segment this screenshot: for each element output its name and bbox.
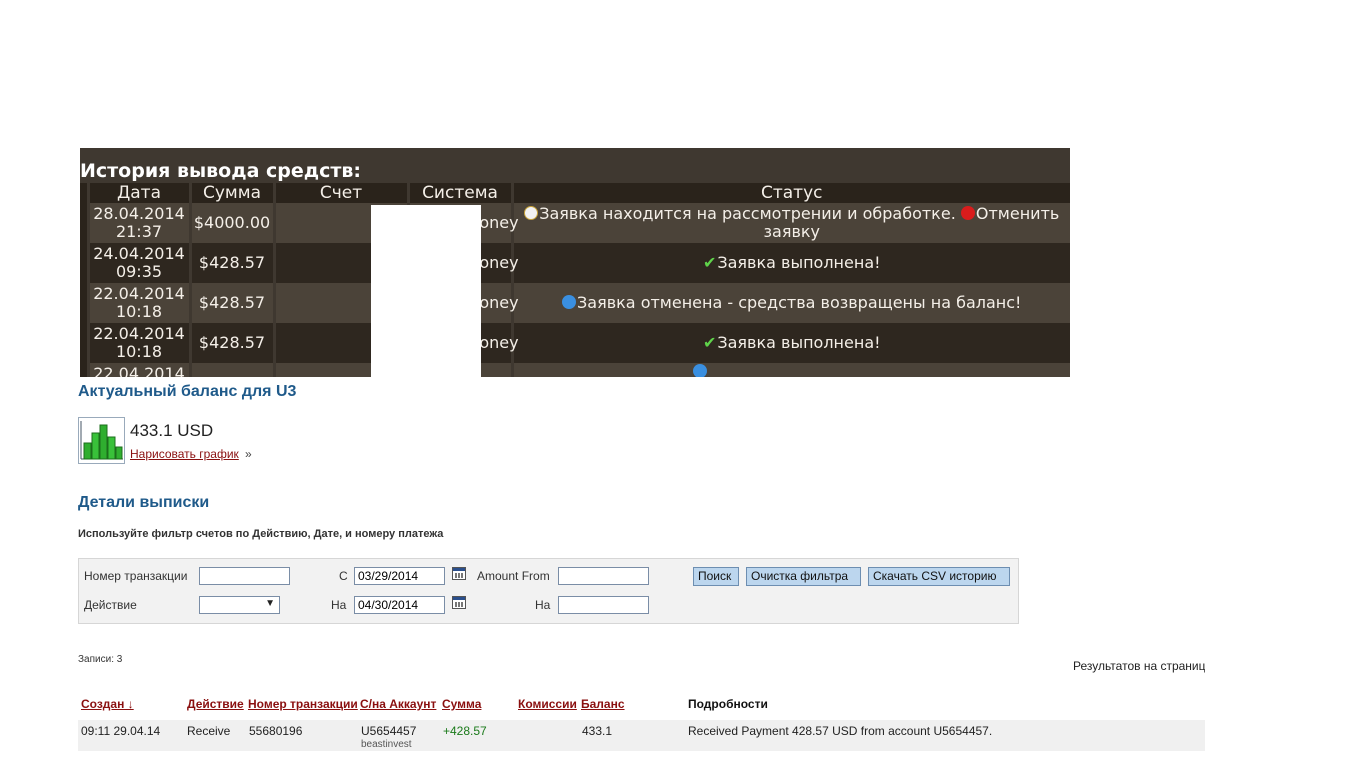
row-balance: 433.1	[582, 724, 613, 738]
clock-icon	[524, 206, 539, 220]
details-header: Подробности	[688, 697, 768, 711]
txn-number-input[interactable]	[199, 567, 290, 585]
amount-from-label: Amount From	[477, 569, 550, 583]
download-csv-button[interactable]: Скачать CSV историю	[868, 567, 1010, 586]
col-amount: Сумма	[188, 183, 274, 203]
sort-account-header[interactable]: С/на Аккаунт	[360, 697, 436, 711]
sort-txn-header[interactable]: Номер транзакции	[248, 697, 358, 711]
amount-to-input[interactable]	[558, 596, 649, 614]
withdrawal-history-header: Дата Сумма Счет Система Статус	[80, 183, 1070, 203]
withdrawal-row: 28.04.201421:37 $4000.00 PerfectMoney За…	[80, 203, 1070, 243]
withdrawal-date: 24.04.2014 09:35	[86, 243, 190, 283]
withdrawal-amount: $428.57	[188, 323, 274, 363]
row-action: Receive	[187, 724, 231, 738]
dropdown-arrow-icon: ▼	[265, 598, 275, 609]
withdrawal-date: 22.04.2014	[86, 363, 190, 377]
withdrawal-row: 22.04.201410:18 $428.57 PerfectMoney Зая…	[80, 283, 1070, 323]
col-status: Статус	[510, 183, 1070, 203]
statement-details-title: Детали выписки	[78, 494, 210, 511]
balance-amount: 433.1 USD	[130, 421, 214, 440]
withdrawal-status: ✔Заявка выполнена!	[510, 243, 1070, 283]
date-from-label: С	[339, 569, 348, 583]
table-row: 09:11 29.04.14 Receive 55680196 U5654457…	[78, 720, 1205, 751]
bar-chart-icon[interactable]	[78, 417, 125, 464]
withdrawal-amount: $428.57	[188, 283, 274, 323]
row-txn: 55680196	[249, 724, 303, 738]
withdrawal-date: 22.04.2014 10:18	[86, 283, 190, 323]
row-details: Received Payment 428.57 USD from account…	[688, 724, 993, 738]
undo-icon	[562, 295, 577, 309]
amount-to-label: На	[535, 598, 551, 612]
calendar-icon[interactable]	[452, 567, 466, 580]
check-icon: ✔	[702, 253, 717, 272]
withdrawal-date: 28.04.2014 21:37	[86, 203, 190, 243]
balance-title: Актуальный баланс для U3	[78, 383, 297, 400]
row-account: U5654457	[361, 724, 417, 738]
withdrawal-amount: $4000.00	[188, 203, 274, 243]
amount-from-input[interactable]	[558, 567, 649, 585]
sort-created-header[interactable]: Создан ↓	[81, 697, 134, 711]
withdrawal-row: 22.04.2014	[80, 363, 1070, 377]
account-redaction	[371, 205, 481, 377]
row-created: 09:11 29.04.14	[81, 724, 161, 738]
withdrawal-amount	[188, 363, 274, 377]
withdrawal-status: ✔Заявка выполнена!	[510, 323, 1070, 363]
row-amount: +428.57	[443, 724, 487, 738]
clear-filter-button[interactable]: Очистка фильтра	[746, 567, 861, 586]
withdrawal-history-table: Дата Сумма Счет Система Статус 28.04.201…	[80, 183, 1070, 377]
sort-fee-header[interactable]: Комиссии	[518, 697, 577, 711]
check-icon: ✔	[702, 333, 717, 352]
withdrawal-row: 22.04.201410:18 $428.57 PerfectMoney ✔За…	[80, 323, 1070, 363]
search-button[interactable]: Поиск	[693, 567, 739, 586]
withdrawal-row: 24.04.201409:35 $428.57 PerfectMoney ✔За…	[80, 243, 1070, 283]
date-from-input[interactable]	[354, 567, 445, 585]
withdrawal-history-title: История вывода средств:	[80, 160, 362, 182]
col-system: Система	[406, 183, 512, 203]
sort-action-header[interactable]: Действие	[187, 697, 244, 711]
undo-icon	[693, 364, 708, 377]
results-per-page-label: Результатов на странице	[1073, 659, 1205, 673]
calendar-icon[interactable]	[452, 596, 466, 609]
txn-number-label: Номер транзакции	[84, 569, 188, 583]
sort-amount-header[interactable]: Сумма	[442, 697, 481, 711]
chart-link-arrow: »	[245, 447, 252, 461]
col-date: Дата	[86, 183, 190, 203]
cancel-icon[interactable]	[960, 206, 975, 220]
draw-chart-link[interactable]: Нарисовать график	[130, 447, 239, 461]
date-to-label: На	[331, 598, 347, 612]
sort-balance-header[interactable]: Баланс	[581, 697, 625, 711]
action-label: Действие	[84, 598, 137, 612]
withdrawal-status: Заявка отменена - средства возвращены на…	[510, 283, 1070, 323]
withdrawal-amount: $428.57	[188, 243, 274, 283]
row-account-name: beastinvest	[361, 739, 412, 750]
filter-panel: Номер транзакции Действие ▼ С На Amount …	[78, 558, 1019, 624]
withdrawal-status	[510, 363, 1070, 377]
withdrawal-date: 22.04.2014 10:18	[86, 323, 190, 363]
date-to-input[interactable]	[354, 596, 445, 614]
withdrawal-history-panel: История вывода средств: Дата Сумма Счет …	[80, 148, 1070, 377]
withdrawal-status: Заявка находится на рассмотрении и обраб…	[510, 203, 1070, 243]
action-select[interactable]: ▼	[199, 596, 280, 614]
records-count: Записи: 3	[78, 654, 123, 665]
col-account: Счет	[272, 183, 408, 203]
filter-hint: Используйте фильтр счетов по Действию, Д…	[78, 528, 444, 540]
